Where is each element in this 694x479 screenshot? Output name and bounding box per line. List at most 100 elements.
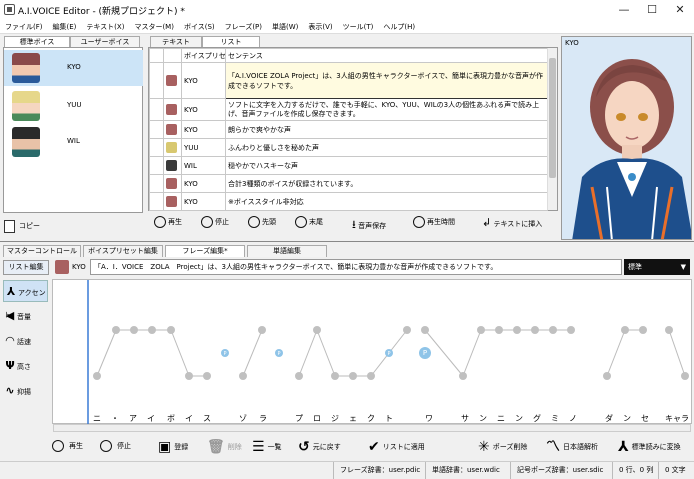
tab-phrase-edit[interactable]: フレーズ編集* xyxy=(165,245,245,257)
accent-point[interactable] xyxy=(549,326,557,334)
accent-mode-button[interactable]: ⅄ アクセント xyxy=(3,280,48,319)
accent-point[interactable] xyxy=(567,326,575,334)
accent-editor[interactable]: P P P P ニ ・ ア イ ボ イ ス ゾ ラ プ ロ ジ ェ ク ト ワ サ ン… xyxy=(52,279,693,425)
row-sentence[interactable]: 朗らかで爽やかな声 xyxy=(225,120,548,139)
table-row[interactable]: KYO 朗らかで爽やかな声 xyxy=(149,120,548,139)
accent-point[interactable] xyxy=(331,372,339,380)
menu-view[interactable]: 表示(V) xyxy=(303,20,337,34)
menu-phrase[interactable]: フレーズ(P) xyxy=(220,20,267,34)
accent-point[interactable] xyxy=(239,372,247,380)
accent-point[interactable] xyxy=(495,326,503,334)
accent-point[interactable] xyxy=(531,326,539,334)
header-preset[interactable]: ボイスプリセット xyxy=(181,48,226,63)
accent-point[interactable] xyxy=(295,372,303,380)
header-sentence[interactable]: センテンス xyxy=(225,48,548,63)
tab-voice-preset-edit[interactable]: ボイスプリセット編集 xyxy=(83,245,163,257)
accent-point[interactable] xyxy=(403,326,411,334)
table-row[interactable]: KYO 「A.I.VOICE ZOLA Project」は、3人組の男性キャラク… xyxy=(149,62,548,99)
list-view-button[interactable]: ☰ 一覧 xyxy=(252,440,282,454)
kana: ン xyxy=(623,414,631,423)
menu-file[interactable]: ファイル(F) xyxy=(0,20,48,34)
voice-item-kyo[interactable]: KYO xyxy=(4,50,143,86)
table-row[interactable]: YUU ふんわりと優しさを秘めた声 xyxy=(149,138,548,157)
maximize-button[interactable]: ☐ xyxy=(638,0,666,20)
accent-point[interactable] xyxy=(112,326,120,334)
volume-mode-button[interactable]: ◀ 音量 xyxy=(3,305,48,327)
standard-reading-button[interactable]: ⅄ 標準読みに変換 xyxy=(618,440,681,454)
phrase-input[interactable]: 「A．I．VOICE ZOLA Project」は、3人組の男性キャラクターボイ… xyxy=(90,259,622,275)
save-audio-button[interactable]: ⭳ 音声保存 xyxy=(352,216,386,235)
list-scrollbar[interactable] xyxy=(547,48,557,210)
copy-button[interactable]: コピー xyxy=(4,217,64,235)
duration-button[interactable]: 再生時間 xyxy=(413,216,455,228)
first-button[interactable]: 先頭 xyxy=(248,216,276,228)
accent-point[interactable] xyxy=(513,326,521,334)
accent-point[interactable] xyxy=(203,372,211,380)
row-sentence[interactable]: 「A.I.VOICE ZOLA Project」は、3人組の男性キャラクターボイ… xyxy=(225,62,548,99)
speed-mode-button[interactable]: ◠ 話速 xyxy=(3,330,48,352)
copy-icon xyxy=(4,219,15,233)
stop-button[interactable]: 停止 xyxy=(201,216,229,228)
accent-point[interactable] xyxy=(167,326,175,334)
accent-point[interactable] xyxy=(130,326,138,334)
register-button[interactable]: ▣ 登録 xyxy=(158,440,188,454)
table-row[interactable]: KYO ※ボイススタイル非対応 xyxy=(149,192,548,211)
close-button[interactable]: ✕ xyxy=(666,0,694,20)
minimize-button[interactable]: — xyxy=(610,0,638,20)
character-name: KYO xyxy=(565,39,579,47)
accent-point[interactable] xyxy=(258,326,266,334)
menu-voice[interactable]: ボイス(S) xyxy=(179,20,220,34)
undo-button[interactable]: ↺ 元に戻す xyxy=(298,440,341,454)
accent-point[interactable] xyxy=(367,372,375,380)
accent-point[interactable] xyxy=(421,326,429,334)
accent-point[interactable] xyxy=(665,326,673,334)
row-sentence[interactable]: ふんわりと優しさを秘めた声 xyxy=(225,138,548,157)
table-row[interactable]: KYO ソフトに文字を入力するだけで、誰でも手軽に、KYO、YUU、WILの3人… xyxy=(149,98,548,121)
list-edit-button[interactable]: リスト編集 xyxy=(3,260,49,275)
voice-item-wil[interactable]: WIL xyxy=(4,124,143,160)
accent-point[interactable] xyxy=(681,372,689,380)
tab-word-edit[interactable]: 単語編集 xyxy=(247,245,327,257)
intonation-mode-button[interactable]: ∿ 抑揚 xyxy=(3,380,48,402)
accent-point[interactable] xyxy=(313,326,321,334)
editor-scrollbar[interactable] xyxy=(53,424,691,432)
editor-play-button[interactable]: 再生 xyxy=(52,440,83,452)
play-button[interactable]: 再生 xyxy=(154,216,182,228)
accent-point[interactable] xyxy=(148,326,156,334)
menu-word[interactable]: 単語(W) xyxy=(267,20,303,34)
table-row[interactable]: WIL 穏やかでハスキーな声 xyxy=(149,156,548,175)
accent-point[interactable] xyxy=(603,372,611,380)
accent-point[interactable] xyxy=(93,372,101,380)
menu-help[interactable]: ヘルプ(H) xyxy=(378,20,420,34)
accent-point[interactable] xyxy=(185,372,193,380)
pause-label: P xyxy=(387,351,390,357)
kana: ン xyxy=(515,414,523,423)
accent-point[interactable] xyxy=(349,372,357,380)
accent-point[interactable] xyxy=(459,372,467,380)
row-sentence[interactable]: 穏やかでハスキーな声 xyxy=(225,156,548,175)
menu-edit[interactable]: 編集(E) xyxy=(48,20,82,34)
accent-point[interactable] xyxy=(477,326,485,334)
menu-text[interactable]: テキスト(X) xyxy=(81,20,129,34)
pitch-mode-button[interactable]: Ψ 高さ xyxy=(3,355,48,377)
japanese-analysis-button[interactable]: 〽日本語解析 xyxy=(546,440,598,454)
row-sentence[interactable]: ソフトに文字を入力するだけで、誰でも手軽に、KYO、YUU、WILの3人の個性あ… xyxy=(225,98,548,121)
table-row[interactable]: KYO 合計3種類のボイスが収録されています。 xyxy=(149,174,548,193)
apply-to-list-button[interactable]: ✔ リストに適用 xyxy=(368,440,425,454)
insert-text-button[interactable]: ↲ テキストに挿入 xyxy=(482,216,542,229)
mode-select[interactable]: 標準 ▼ xyxy=(624,259,690,275)
scrollbar-thumb[interactable] xyxy=(549,58,556,178)
voice-item-yuu[interactable]: YUU xyxy=(4,88,143,124)
editor-stop-button[interactable]: 停止 xyxy=(100,440,131,452)
remove-pause-button[interactable]: ✳ ポーズ削除 xyxy=(478,440,527,454)
accent-curve[interactable]: PPPP xyxy=(53,280,693,425)
menu-tools[interactable]: ツール(T) xyxy=(338,20,379,34)
row-sentence[interactable]: 合計3種類のボイスが収録されています。 xyxy=(225,174,548,193)
menu-master[interactable]: マスター(M) xyxy=(129,20,179,34)
accent-point[interactable] xyxy=(639,326,647,334)
last-button[interactable]: 末尾 xyxy=(295,216,323,228)
row-sentence[interactable]: ※ボイススタイル非対応 xyxy=(225,192,548,211)
accent-point[interactable] xyxy=(621,326,629,334)
delete-button[interactable]: 🗑 削除 xyxy=(207,440,242,454)
tab-master-control[interactable]: マスターコントロール xyxy=(3,245,81,257)
